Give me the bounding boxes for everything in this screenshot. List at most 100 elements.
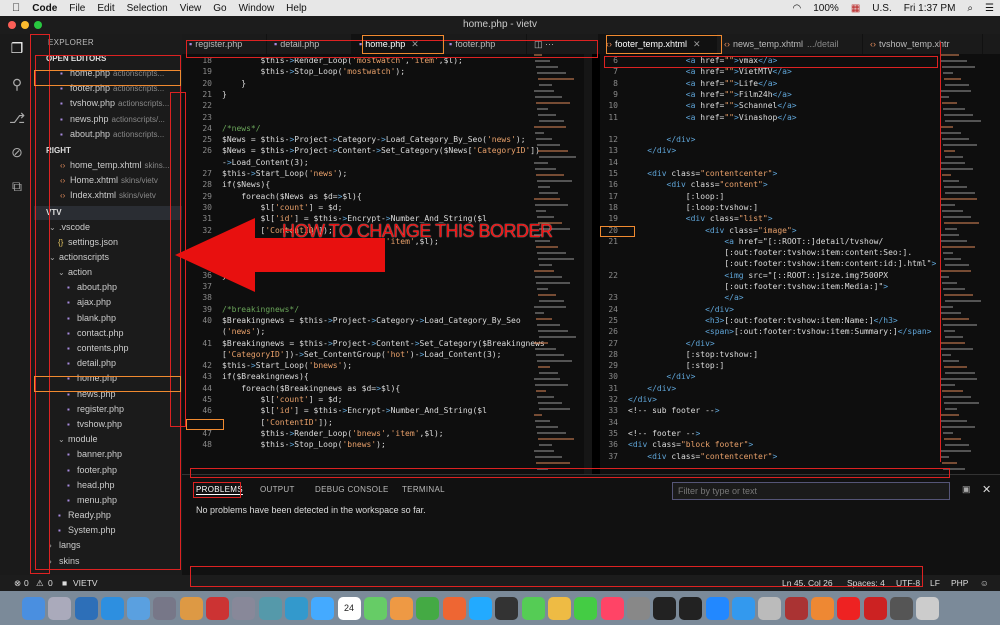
disk-utility-icon[interactable] (232, 596, 256, 620)
menu-file[interactable]: File (63, 3, 91, 14)
preview-icon[interactable] (179, 596, 203, 620)
chrome-icon[interactable] (416, 596, 440, 620)
facetime-icon[interactable] (521, 596, 545, 620)
warnings-count[interactable]: 0 (48, 575, 53, 591)
menu-help[interactable]: Help (280, 3, 313, 14)
tab-debug-console[interactable]: DEBUG CONSOLE (315, 485, 389, 494)
menu-view[interactable]: View (174, 3, 208, 14)
tree-item[interactable]: › skins (34, 554, 182, 569)
sidebar-file-item[interactable]: ‹› Index.xhtml skins/vietv (34, 188, 182, 203)
itunes-icon[interactable] (600, 596, 624, 620)
errors-icon[interactable]: ⊗ (14, 575, 21, 591)
feedback-icon[interactable]: ☺ (980, 575, 989, 591)
search-icon[interactable]: ⚲ (9, 76, 25, 92)
editor-left-scrollbar[interactable] (584, 54, 592, 474)
tree-item[interactable]: ⌄ action (34, 265, 182, 280)
code-line[interactable]: 42 $this->Start_Loop('bnews'); (182, 360, 592, 371)
activity-icon[interactable] (653, 596, 677, 620)
tab-home-php[interactable]: ▪ home.php ✕ (352, 34, 442, 54)
sidebar-file-item[interactable]: ▪ footer.php actionscripts... (34, 81, 182, 96)
sidebar-file-item[interactable]: ‹› home_temp.xhtml skins... (34, 158, 182, 173)
app-menu[interactable]: Code (26, 3, 63, 14)
code-line[interactable]: 19 $this->Stop_Loop('mostwatch'); (182, 66, 592, 77)
preferences-icon[interactable] (626, 596, 650, 620)
code-line[interactable]: 25 $News = $this->Project->Category->Load… (182, 134, 592, 145)
firefox-icon[interactable] (442, 596, 466, 620)
collapse-all-icon[interactable]: ▣ (962, 484, 971, 495)
code-line[interactable]: 21} (182, 89, 592, 100)
apple-icon[interactable]:  (0, 2, 26, 14)
tree-item[interactable]: ⌄ module (34, 432, 182, 447)
extensions-icon[interactable]: ⧉ (9, 178, 25, 194)
trash-icon[interactable] (916, 596, 940, 620)
code-line[interactable]: 28 if($News){ (182, 179, 592, 190)
close-window-button[interactable] (8, 21, 16, 29)
mysql-icon[interactable] (284, 596, 308, 620)
terminal-icon[interactable] (679, 596, 703, 620)
tree-item[interactable]: › langs (34, 538, 182, 553)
tree-item[interactable]: ▪ contact.php (34, 326, 182, 341)
tab-detail-php[interactable]: ▪ detail.php (267, 34, 352, 54)
tab-footer-php[interactable]: ▪ footer.php (442, 34, 527, 54)
safari-icon[interactable] (127, 596, 151, 620)
zoom-window-button[interactable] (34, 21, 42, 29)
filezilla-icon[interactable] (206, 596, 230, 620)
tree-item[interactable]: ▪ register.php (34, 402, 182, 417)
launchpad-icon[interactable] (48, 596, 72, 620)
errors-count[interactable]: 0 (24, 575, 29, 591)
menu-selection[interactable]: Selection (121, 3, 174, 14)
close-icon[interactable]: ✕ (693, 39, 701, 49)
tab-problems[interactable]: PROBLEMS (196, 485, 243, 495)
search-icon[interactable]: ⌕ (961, 3, 979, 14)
close-panel-icon[interactable]: ✕ (982, 483, 991, 496)
wifi-icon[interactable]: ◠ (787, 3, 808, 14)
xcode-icon[interactable] (311, 596, 335, 620)
menu-window[interactable]: Window (233, 3, 281, 14)
tree-item[interactable]: ⌄ .vscode (34, 220, 182, 235)
tree-item[interactable]: ▪ contents.php (34, 341, 182, 356)
cursor-position[interactable]: Ln 45, Col 26 (782, 575, 833, 591)
code-line[interactable]: 29 foreach($News as $d=>$l){ (182, 191, 592, 202)
photos-icon[interactable] (390, 596, 414, 620)
problems-filter-input[interactable]: Filter by type or text (672, 482, 950, 500)
split-editor-icon[interactable]: ◫ (534, 39, 543, 49)
code-line[interactable]: 40 $Breakingnews = $this->Project->Catego… (182, 315, 592, 326)
tree-item[interactable]: ▪ head.php (34, 478, 182, 493)
code-line[interactable]: 38 (182, 292, 592, 303)
minimize-window-button[interactable] (21, 21, 29, 29)
photoshop-icon[interactable] (74, 596, 98, 620)
battery-level[interactable]: 100% (807, 3, 845, 14)
flag-icon[interactable]: ▦ (845, 3, 866, 14)
tree-item[interactable]: ▪ banner.php (34, 447, 182, 462)
code-line[interactable]: 23 (182, 112, 592, 123)
tab-register-php[interactable]: ▪ register.php (182, 34, 267, 54)
rocket-icon[interactable] (153, 596, 177, 620)
maps-icon[interactable] (363, 596, 387, 620)
tab-terminal[interactable]: TERMINAL (402, 485, 445, 494)
tree-item[interactable]: {} settings.json (34, 235, 182, 250)
project-header[interactable]: VTV (34, 205, 182, 220)
tree-item[interactable]: ▪ blank.php (34, 311, 182, 326)
list-icon[interactable]: ☰ (979, 3, 1000, 14)
open-editors-header[interactable]: OPEN EDITORS (34, 52, 182, 66)
code-line[interactable]: 18 $this->Render_Loop('mostwatch','item'… (182, 55, 592, 66)
code-line[interactable]: 24 /*news*/ (182, 123, 592, 134)
code-line[interactable]: 46 $l['id'] = $this->Encrypt->Number_And… (182, 405, 592, 416)
tree-item[interactable]: ▪ Ready.php (34, 508, 182, 523)
finder-icon[interactable] (22, 596, 45, 620)
tree-item[interactable]: ▪ System.php (34, 523, 182, 538)
right-group-header[interactable]: RIGHT (34, 144, 182, 158)
code-line[interactable]: 48 $this->Stop_Loop('bnews'); (182, 439, 592, 450)
code-line[interactable]: ('news'); (182, 326, 592, 337)
explorer-icon[interactable]: ❐ (9, 40, 25, 56)
code-line[interactable]: ['ContentID']); (182, 417, 592, 428)
sql-icon[interactable] (258, 596, 282, 620)
translate-icon[interactable] (732, 596, 756, 620)
messages-icon[interactable] (574, 596, 598, 620)
sidebar-file-item[interactable]: ▪ about.php actionscripts... (34, 127, 182, 142)
apple-icon[interactable] (758, 596, 782, 620)
code-line[interactable]: ->Load_Content(3); (182, 157, 592, 168)
tree-item[interactable]: ▪ ajax.php (34, 295, 182, 310)
books-icon[interactable] (810, 596, 834, 620)
sidebar-file-item[interactable]: ▪ home.php actionscripts... (34, 66, 182, 81)
